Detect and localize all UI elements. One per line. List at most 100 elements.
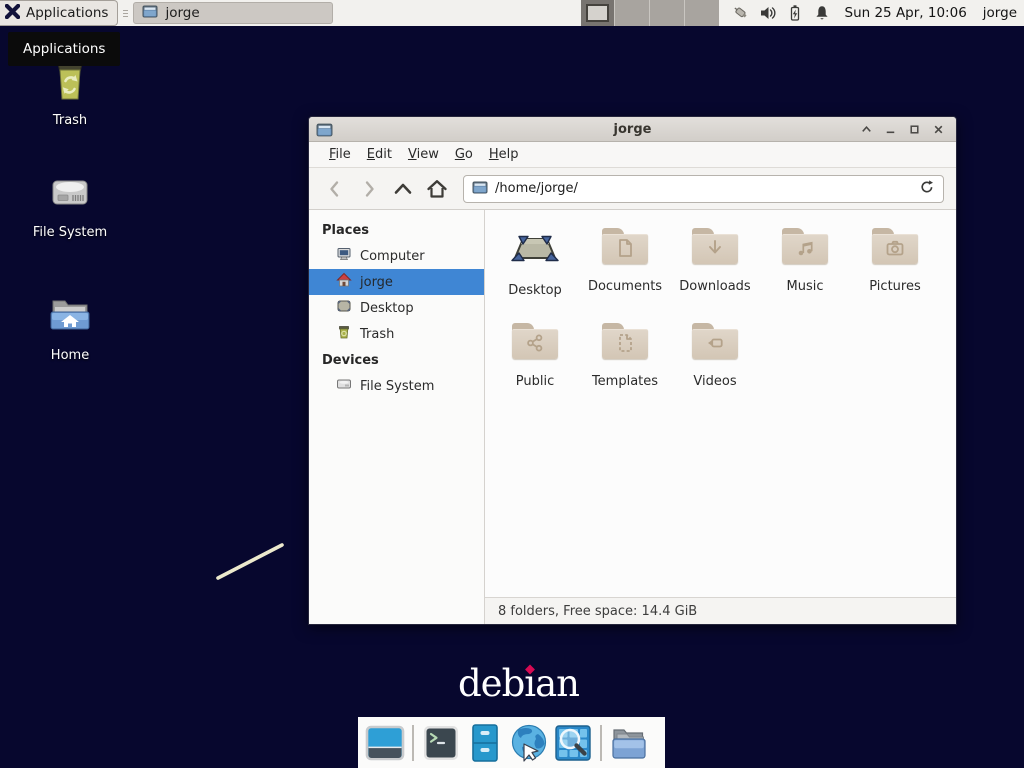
folder-label: Music: [787, 279, 824, 294]
location-bar[interactable]: /home/jorge/: [463, 175, 944, 203]
application-finder-launcher[interactable]: [551, 721, 595, 765]
applications-tooltip: Applications: [8, 32, 120, 66]
folder-icon: [511, 319, 559, 367]
system-tray: [732, 4, 831, 22]
folder-label: Downloads: [679, 279, 750, 294]
taskbar-window-label: jorge: [165, 5, 199, 21]
applications-menu-label: Applications: [26, 5, 108, 21]
logo-text-part: deb: [458, 662, 524, 705]
folder-item-videos[interactable]: Videos: [670, 311, 760, 406]
folder-label: Public: [516, 374, 554, 389]
minimize-button[interactable]: [882, 121, 899, 138]
hard-drive-icon: [46, 168, 94, 220]
reload-icon[interactable]: [919, 179, 935, 199]
dock: [358, 717, 665, 768]
wallpaper-scratch-line: [210, 538, 292, 586]
dock-separator: [600, 725, 602, 761]
file-list: Desktop Documents: [485, 210, 956, 597]
file-manager-window: jorge: [308, 116, 957, 625]
notifications-bell-icon[interactable]: [813, 4, 831, 22]
folder-label: Desktop: [508, 283, 562, 298]
folder-label: Documents: [588, 279, 662, 294]
folder-label: Videos: [693, 374, 736, 389]
folder-item-pictures[interactable]: Pictures: [850, 216, 940, 311]
home-folder-icon: [46, 291, 94, 343]
folder-label: Templates: [592, 374, 658, 389]
maximize-button[interactable]: [906, 121, 923, 138]
web-browser-launcher[interactable]: [507, 721, 551, 765]
logo-text-part: an: [535, 662, 579, 705]
sidebar-item-desktop[interactable]: Desktop: [309, 295, 484, 321]
file-cabinet-launcher[interactable]: [463, 721, 507, 765]
workspace-3[interactable]: [649, 0, 684, 26]
current-path: /home/jorge/: [495, 181, 912, 196]
places-header: Places: [309, 217, 484, 243]
folder-icon: [691, 319, 739, 367]
folder-item-desktop[interactable]: Desktop: [490, 216, 580, 311]
menu-view[interactable]: View: [400, 144, 447, 165]
workspace-1-active[interactable]: [581, 0, 615, 26]
sidebar: Places Computer: [309, 210, 485, 624]
applications-menu-icon: [5, 4, 20, 23]
sidebar-item-computer[interactable]: Computer: [309, 243, 484, 269]
status-bar: 8 folders, Free space: 14.4 GiB: [485, 597, 956, 624]
desktop-surface-icon: [511, 224, 559, 276]
show-desktop-launcher[interactable]: [363, 721, 407, 765]
folder-item-downloads[interactable]: Downloads: [670, 216, 760, 311]
sidebar-item-label: Computer: [360, 249, 425, 264]
folder-icon: [871, 224, 919, 272]
sidebar-item-label: jorge: [360, 275, 393, 290]
shade-button[interactable]: [858, 121, 875, 138]
battery-icon[interactable]: [786, 4, 804, 22]
window-titlebar[interactable]: jorge: [309, 117, 956, 142]
folder-item-templates[interactable]: Templates: [580, 311, 670, 406]
forward-button[interactable]: [355, 174, 383, 204]
desktop-icon-file-system[interactable]: File System: [18, 168, 122, 240]
panel-clock[interactable]: Sun 25 Apr, 10:06: [845, 5, 967, 21]
terminal-launcher[interactable]: [419, 721, 463, 765]
sidebar-item-label: Desktop: [360, 301, 414, 316]
back-button[interactable]: [321, 174, 349, 204]
file-manager-launcher[interactable]: [607, 721, 651, 765]
desktop-icon-label: File System: [33, 225, 107, 240]
menu-edit[interactable]: Edit: [359, 144, 400, 165]
sidebar-item-jorge-home[interactable]: jorge: [309, 269, 484, 295]
panel-username[interactable]: jorge: [983, 5, 1017, 21]
folder-label: Pictures: [869, 279, 920, 294]
window-folder-icon: [142, 3, 158, 23]
devices-header: Devices: [309, 347, 484, 373]
panel-drag-handle[interactable]: [120, 5, 130, 21]
workspace-2[interactable]: [614, 0, 649, 26]
menu-go[interactable]: Go: [447, 144, 481, 165]
menu-bar: File Edit View Go Help: [309, 142, 956, 168]
home-button[interactable]: [423, 174, 451, 204]
volume-icon[interactable]: [759, 4, 777, 22]
sidebar-item-file-system[interactable]: File System: [309, 373, 484, 399]
top-panel: Applications jorge: [0, 0, 1024, 26]
up-button[interactable]: [389, 174, 417, 204]
workspace-4[interactable]: [684, 0, 719, 26]
desktop-icon-trash[interactable]: Trash: [18, 56, 122, 128]
debian-wallpaper-logo: debıan: [458, 662, 579, 705]
folder-item-documents[interactable]: Documents: [580, 216, 670, 311]
menu-file[interactable]: File: [321, 144, 359, 165]
desktop-icon-label: Home: [51, 348, 89, 363]
desktop-icon-home[interactable]: Home: [18, 291, 122, 363]
menu-help[interactable]: Help: [481, 144, 527, 165]
home-icon: [336, 272, 352, 292]
desktop-mini-icon: [336, 298, 352, 318]
sidebar-item-trash[interactable]: Trash: [309, 321, 484, 347]
folder-icon: [691, 224, 739, 272]
trash-mini-icon: [336, 324, 352, 344]
network-icon[interactable]: [732, 4, 750, 22]
drive-mini-icon: [336, 376, 352, 396]
desktop: Applications jorge: [0, 0, 1024, 768]
applications-menu-button[interactable]: Applications: [0, 0, 118, 26]
folder-icon: [601, 224, 649, 272]
folder-item-public[interactable]: Public: [490, 311, 580, 406]
folder-item-music[interactable]: Music: [760, 216, 850, 311]
close-button[interactable]: [930, 121, 947, 138]
taskbar-window-button[interactable]: jorge: [133, 2, 333, 24]
workspace-switcher: [581, 0, 719, 26]
path-folder-icon: [472, 179, 488, 199]
